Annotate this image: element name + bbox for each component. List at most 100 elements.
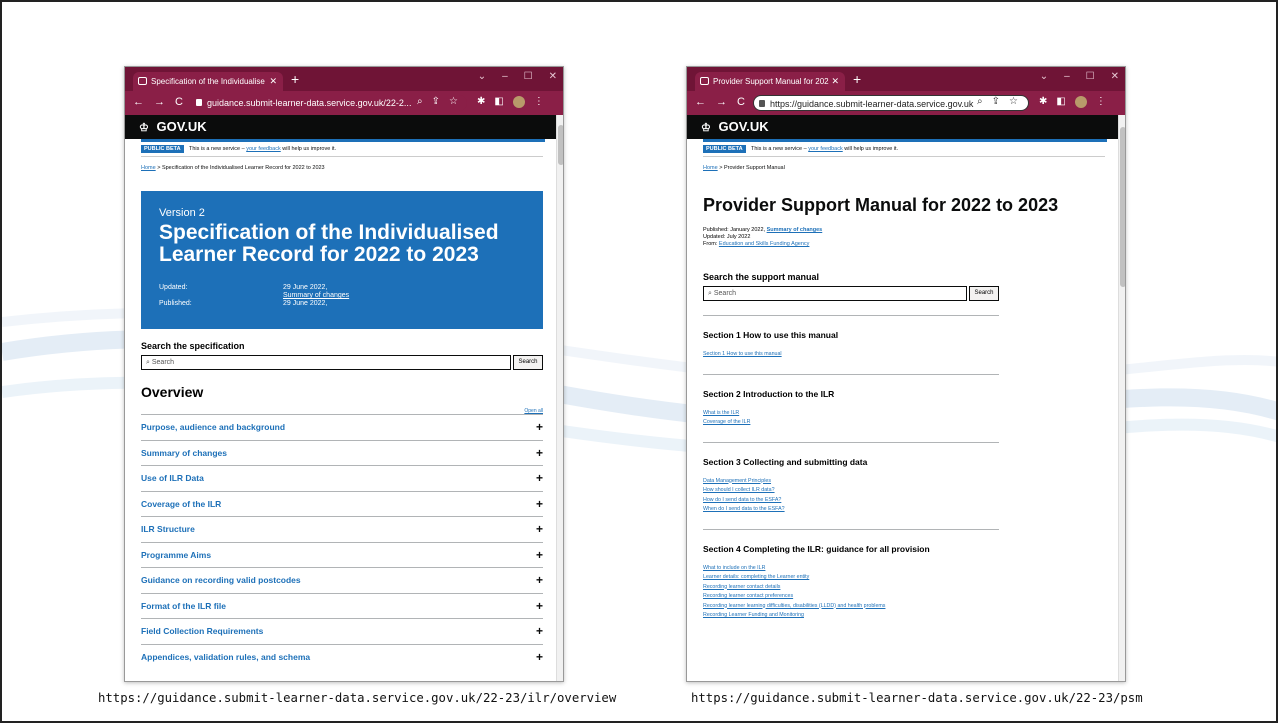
chevron-down-icon[interactable]: ⌄: [1040, 71, 1048, 82]
sidepanel-icon[interactable]: ◧: [1056, 96, 1065, 108]
maximize-button[interactable]: ☐: [524, 71, 533, 82]
sidepanel-icon[interactable]: ◧: [494, 96, 503, 108]
section-link[interactable]: What to include on the ILR: [703, 564, 999, 574]
maximize-button[interactable]: ☐: [1086, 71, 1095, 82]
accordion-item[interactable]: Field Collection Requirements +: [141, 618, 543, 644]
accordion-item[interactable]: Guidance on recording valid postcodes +: [141, 567, 543, 593]
govuk-logo[interactable]: GOV.UK: [719, 119, 769, 134]
plus-icon[interactable]: +: [536, 548, 543, 562]
avatar[interactable]: [1074, 96, 1087, 108]
section-link[interactable]: How do I send data to the ESFA?: [703, 496, 999, 506]
reload-icon[interactable]: C: [175, 96, 183, 108]
accordion-item-label[interactable]: Appendices, validation rules, and schema: [141, 652, 310, 662]
scrollbar-thumb[interactable]: [558, 125, 563, 165]
accordion-item[interactable]: Coverage of the ILR +: [141, 490, 543, 517]
manual-section: Section 3 Collecting and submitting data…: [703, 441, 999, 515]
plus-icon[interactable]: +: [536, 599, 543, 613]
section-link[interactable]: Recording learner learning difficulties,…: [703, 602, 999, 612]
plus-icon[interactable]: +: [536, 650, 543, 664]
minimize-button[interactable]: –: [1064, 71, 1070, 82]
forward-icon[interactable]: →: [154, 96, 165, 108]
accordion-item-label[interactable]: Coverage of the ILR: [141, 499, 221, 509]
new-tab-button[interactable]: +: [853, 71, 861, 87]
close-tab-icon[interactable]: ✕: [269, 76, 277, 87]
breadcrumb: Home > Provider Support Manual: [703, 157, 1105, 171]
puzzle-icon[interactable]: ✱: [1039, 96, 1047, 108]
plus-icon[interactable]: +: [536, 497, 543, 511]
share-icon[interactable]: ⇪: [432, 96, 440, 107]
summary-of-changes-link[interactable]: Summary of changes: [767, 227, 823, 233]
feedback-link[interactable]: your feedback: [808, 146, 843, 152]
close-tab-icon[interactable]: ✕: [831, 76, 839, 87]
new-tab-button[interactable]: +: [291, 71, 299, 87]
section-link[interactable]: Data Management Principles: [703, 477, 999, 487]
accordion-item-label[interactable]: Guidance on recording valid postcodes: [141, 575, 301, 585]
accordion-item-label[interactable]: Summary of changes: [141, 448, 227, 458]
back-icon[interactable]: ←: [133, 96, 144, 108]
minimize-button[interactable]: –: [502, 71, 508, 82]
forward-icon[interactable]: →: [716, 96, 727, 108]
accordion-item[interactable]: Format of the ILR file +: [141, 592, 543, 619]
accordion-item-label[interactable]: ILR Structure: [141, 524, 195, 534]
search-input[interactable]: ⌕ Search: [703, 286, 967, 301]
share-icon[interactable]: ⇪: [992, 96, 1000, 107]
section-link[interactable]: Recording learner contact preferences: [703, 592, 999, 602]
accordion-item[interactable]: Purpose, audience and background +: [141, 414, 543, 440]
accordion-item-label[interactable]: Purpose, audience and background: [141, 422, 285, 432]
accordion-item-label[interactable]: Field Collection Requirements: [141, 626, 263, 636]
accordion-item[interactable]: Summary of changes +: [141, 439, 543, 466]
accordion-item[interactable]: Programme Aims +: [141, 541, 543, 568]
chevron-down-icon[interactable]: ⌄: [478, 71, 486, 82]
breadcrumb-separator: >: [157, 165, 161, 171]
from-link[interactable]: Education and Skills Funding Agency: [719, 241, 810, 247]
plus-icon[interactable]: +: [536, 471, 543, 485]
browser-tab[interactable]: Specification of the Individualise ✕: [133, 72, 283, 91]
page-viewport: ♔ GOV.UK PUBLIC BETA This is a new servi…: [687, 115, 1125, 681]
plus-icon[interactable]: +: [536, 573, 543, 587]
section-link[interactable]: When do I send data to the ESFA?: [703, 505, 999, 515]
breadcrumb-home[interactable]: Home: [141, 165, 156, 171]
star-icon[interactable]: ☆: [449, 96, 458, 107]
breadcrumb-home[interactable]: Home: [703, 165, 718, 171]
zoom-icon[interactable]: ⌕: [977, 96, 983, 107]
search-button[interactable]: Search: [513, 355, 543, 370]
section-link[interactable]: What is the ILR: [703, 409, 999, 419]
section-link[interactable]: Recording learner contact details: [703, 583, 999, 593]
scrollbar[interactable]: [556, 115, 563, 681]
tab-bar: Provider Support Manual for 202 ✕ + ⌄ – …: [687, 67, 1125, 91]
accordion-item-label[interactable]: Use of ILR Data: [141, 473, 204, 483]
accordion-item[interactable]: Appendices, validation rules, and schema…: [141, 643, 543, 670]
summary-of-changes-link[interactable]: Summary of changes: [283, 292, 543, 299]
avatar[interactable]: [512, 96, 525, 108]
accordion-item-label[interactable]: Format of the ILR file: [141, 601, 226, 611]
zoom-icon[interactable]: ⌕: [417, 96, 423, 107]
open-all-link[interactable]: Open all: [524, 408, 543, 414]
scrollbar[interactable]: [1118, 115, 1125, 681]
plus-icon[interactable]: +: [536, 624, 543, 638]
section-link[interactable]: Recording Learner Funding and Monitoring: [703, 611, 999, 621]
plus-icon[interactable]: +: [536, 420, 543, 434]
accordion-item[interactable]: Use of ILR Data +: [141, 465, 543, 491]
menu-icon[interactable]: ⋮: [534, 96, 544, 108]
back-icon[interactable]: ←: [695, 96, 706, 108]
browser-tab[interactable]: Provider Support Manual for 202 ✕: [695, 72, 845, 91]
reload-icon[interactable]: C: [737, 96, 745, 108]
puzzle-icon[interactable]: ✱: [477, 96, 485, 108]
section-link[interactable]: Section 1 How to use this manual: [703, 350, 999, 360]
feedback-link[interactable]: your feedback: [246, 146, 281, 152]
close-window-button[interactable]: ✕: [549, 71, 557, 82]
search-input[interactable]: ⌕ Search: [141, 355, 511, 370]
accordion-item[interactable]: ILR Structure +: [141, 516, 543, 542]
scrollbar-thumb[interactable]: [1120, 127, 1125, 287]
search-button[interactable]: Search: [969, 286, 999, 301]
accordion-item-label[interactable]: Programme Aims: [141, 550, 211, 560]
menu-icon[interactable]: ⋮: [1096, 96, 1106, 108]
section-link[interactable]: Coverage of the ILR: [703, 418, 999, 428]
plus-icon[interactable]: +: [536, 446, 543, 460]
section-link[interactable]: Learner details: completing the Learner …: [703, 573, 999, 583]
govuk-logo[interactable]: GOV.UK: [157, 119, 207, 134]
star-icon[interactable]: ☆: [1009, 96, 1018, 107]
plus-icon[interactable]: +: [536, 522, 543, 536]
close-window-button[interactable]: ✕: [1111, 71, 1119, 82]
section-link[interactable]: How should I collect ILR data?: [703, 486, 999, 496]
